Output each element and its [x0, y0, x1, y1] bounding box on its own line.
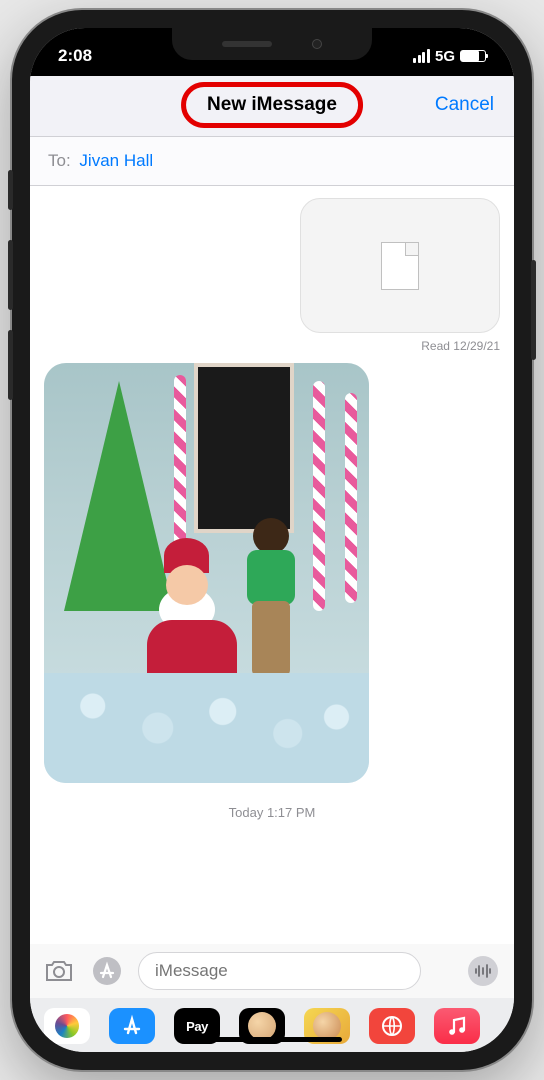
- voice-message-button[interactable]: [468, 956, 498, 986]
- recipient-name[interactable]: Jivan Hall: [79, 151, 153, 170]
- compose-row: [30, 944, 514, 998]
- battery-icon: [460, 50, 486, 62]
- volume-up-button: [8, 240, 13, 310]
- network-label: 5G: [435, 48, 455, 65]
- waveform-icon: [474, 964, 492, 978]
- music-icon: [446, 1015, 468, 1037]
- notch: [172, 28, 372, 60]
- file-icon: [381, 242, 419, 290]
- message-input[interactable]: [138, 952, 421, 990]
- to-label: To:: [48, 151, 71, 170]
- photos-icon: [55, 1014, 79, 1038]
- sticker-icon: [313, 1012, 341, 1040]
- recipient-row[interactable]: To: Jivan Hall: [30, 137, 514, 186]
- status-time: 2:08: [58, 46, 92, 66]
- sent-attachment-bubble[interactable]: [300, 198, 500, 333]
- received-photo[interactable]: [44, 363, 369, 783]
- globe-icon: [380, 1014, 404, 1038]
- app-store-button[interactable]: [90, 954, 124, 988]
- memoji-icon: [248, 1012, 276, 1040]
- signal-icon: [413, 49, 430, 63]
- app-drawer[interactable]: Pay: [30, 998, 514, 1052]
- nav-header: New iMessage Cancel: [30, 76, 514, 137]
- camera-button[interactable]: [42, 954, 76, 988]
- cancel-button[interactable]: Cancel: [435, 94, 494, 116]
- volume-down-button: [8, 330, 13, 400]
- screen: 2:08 5G New iMessage Cancel To: Ji: [30, 28, 514, 1052]
- home-indicator[interactable]: [202, 1037, 342, 1042]
- camera-icon: [44, 958, 74, 984]
- power-button: [531, 260, 536, 360]
- apple-pay-label: Pay: [186, 1019, 208, 1034]
- photos-app[interactable]: [44, 1008, 90, 1044]
- page-title: New iMessage: [189, 86, 355, 124]
- phone-frame: 2:08 5G New iMessage Cancel To: Ji: [12, 10, 532, 1070]
- conversation-area[interactable]: Read 12/29/21: [30, 186, 514, 944]
- appstore-icon: [120, 1014, 144, 1038]
- timestamp: Today 1:17 PM: [44, 805, 500, 820]
- silent-switch: [8, 170, 13, 210]
- read-receipt: Read 12/29/21: [44, 339, 500, 353]
- appstore-app[interactable]: [109, 1008, 155, 1044]
- app-store-icon: [91, 955, 123, 987]
- music-app[interactable]: [434, 1008, 480, 1044]
- hashtag-images-app[interactable]: [369, 1008, 415, 1044]
